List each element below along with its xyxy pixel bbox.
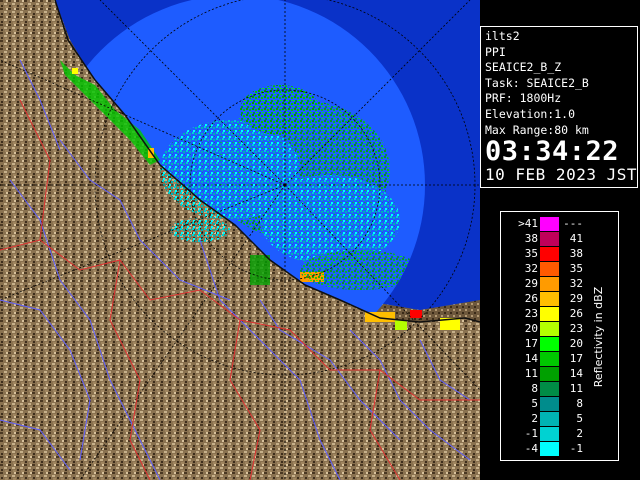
legend-low-value: 23 (524, 307, 538, 320)
reflectivity-legend: >41 --- 38 41 35 38 32 35 29 32 26 29 23 26 20 23 17 20 14… (500, 211, 619, 461)
legend-low-value: -4 (524, 442, 538, 455)
radar-ppi-map (0, 0, 480, 480)
site-name: ilts2 (485, 29, 520, 43)
legend-low-value: 8 (531, 382, 538, 395)
legend-swatch (540, 322, 559, 336)
legend-row: 20 23 (501, 321, 601, 336)
legend-low-value: 14 (524, 352, 538, 365)
legend-low-value: >41 (518, 217, 538, 230)
legend-swatch (540, 367, 559, 381)
legend-swatch (540, 382, 559, 396)
legend-row: 14 17 (501, 351, 601, 366)
scan-date: 10 FEB 2023 JST (485, 165, 637, 185)
legend-low-value: 20 (524, 322, 538, 335)
legend-high-value: --- (563, 217, 583, 230)
legend-swatch (540, 412, 559, 426)
legend-swatch (540, 442, 559, 456)
legend-high-value: 20 (569, 337, 583, 350)
legend-swatch (540, 232, 559, 246)
legend-swatch (540, 337, 559, 351)
legend-row: 26 29 (501, 291, 601, 306)
legend-low-value: 26 (524, 292, 538, 305)
legend-high-value: 17 (569, 352, 583, 365)
legend-swatch (540, 247, 559, 261)
legend-low-value: 11 (524, 367, 538, 380)
legend-swatch (540, 277, 559, 291)
legend-row: 32 35 (501, 261, 601, 276)
legend-row: 58 (501, 396, 601, 411)
legend-swatch (540, 427, 559, 441)
legend-high-value: 23 (569, 322, 583, 335)
legend-low-value: 35 (524, 247, 538, 260)
legend-row: 8 11 (501, 381, 601, 396)
legend-low-value: 38 (524, 232, 538, 245)
legend-row: -4 -1 (501, 441, 601, 456)
radar-info-panel: ilts2 PPI SEAICE2_B_Z Task: SEAICE2_B PR… (480, 26, 638, 188)
legend-high-value: -1 (569, 442, 583, 455)
legend-row: 23 26 (501, 306, 601, 321)
legend-swatch (540, 307, 559, 321)
legend-high-value: 5 (576, 412, 583, 425)
legend-high-value: 41 (569, 232, 583, 245)
legend-row: 35 38 (501, 246, 601, 261)
legend-row: 38 41 (501, 231, 601, 246)
legend-high-value: 38 (569, 247, 583, 260)
legend-row: 25 (501, 411, 601, 426)
legend-high-value: 2 (576, 427, 583, 440)
legend-high-value: 35 (569, 262, 583, 275)
elevation-label: Elevation:1.0 (485, 106, 576, 121)
legend-swatch (540, 397, 559, 411)
legend-low-value: 29 (524, 277, 538, 290)
scan-time: 03:34:22 (485, 136, 620, 168)
legend-low-value: 5 (531, 397, 538, 410)
legend-high-value: 8 (576, 397, 583, 410)
legend-high-value: 29 (569, 292, 583, 305)
legend-high-value: 32 (569, 277, 583, 290)
legend-row: 29 32 (501, 276, 601, 291)
legend-swatch (540, 352, 559, 366)
legend-high-value: 11 (569, 382, 583, 395)
legend-swatch (540, 292, 559, 306)
legend-low-value: 32 (524, 262, 538, 275)
legend-row: 17 20 (501, 336, 601, 351)
legend-row: >41 --- (501, 216, 601, 231)
task-name: SEAICE2_B_Z (485, 60, 562, 75)
legend-row: -1 2 (501, 426, 601, 441)
legend-high-value: 26 (569, 307, 583, 320)
product-type: PPI (485, 44, 506, 59)
legend-low-value: 2 (531, 412, 538, 425)
legend-low-value: 17 (524, 337, 538, 350)
legend-swatch (540, 262, 559, 276)
task-label: Task: SEAICE2_B (485, 75, 589, 90)
legend-swatch (540, 217, 559, 231)
legend-low-value: -1 (524, 427, 538, 440)
legend-row: 11 14 (501, 366, 601, 381)
legend-title: Reflectivity in dBZ (592, 286, 605, 388)
legend-high-value: 14 (569, 367, 583, 380)
prf-label: PRF: 1800Hz (485, 91, 562, 106)
